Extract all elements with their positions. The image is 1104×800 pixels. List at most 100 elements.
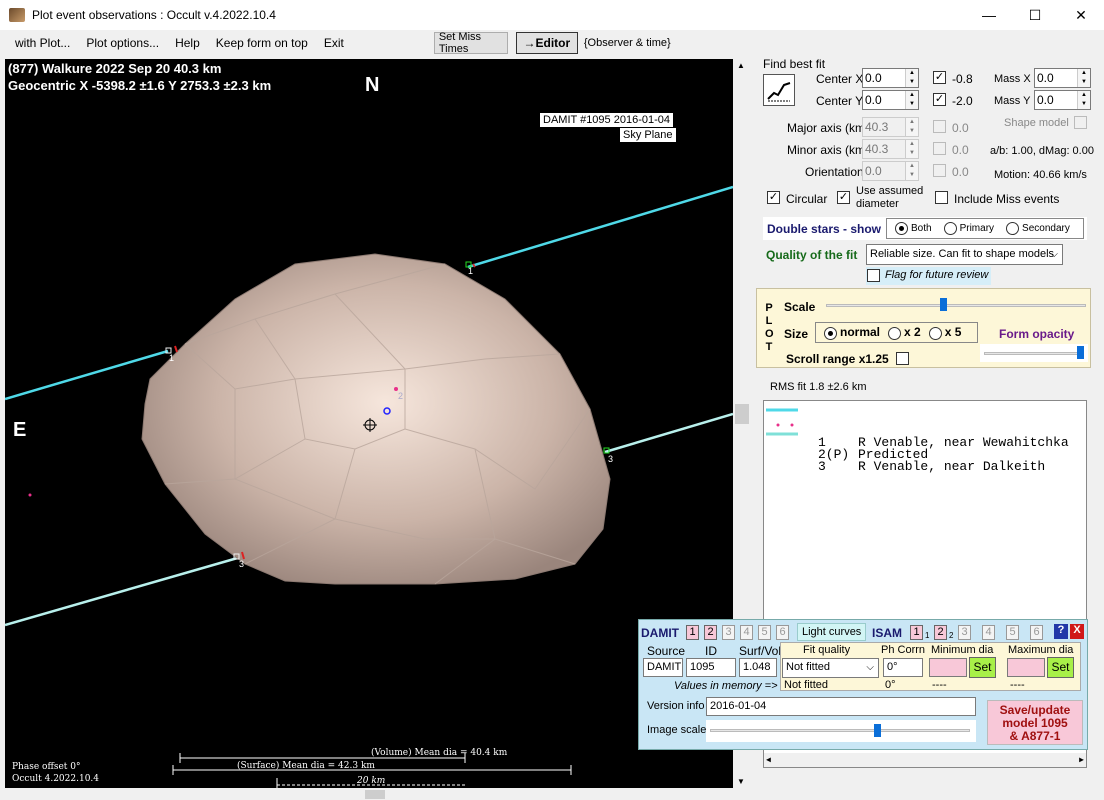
flag-review-checkbox[interactable] [867,269,880,282]
menu-help[interactable]: Help [167,36,208,50]
damit-close-button[interactable]: X [1070,624,1084,639]
form-opacity-label: Form opacity [999,327,1075,341]
damit-model-label: DAMIT #1095 2016-01-04 [540,113,673,127]
isam-model-1[interactable]: 1 [910,625,923,640]
max-dia-set-button[interactable]: Set [1047,657,1074,678]
chord-label-1b: 1 [169,353,175,363]
isam-model-3[interactable]: 3 [958,625,971,640]
mass-x-input[interactable]: 0.0 ▲ ▼ [1034,68,1091,88]
maximize-button[interactable]: ☐ [1012,0,1058,30]
volume-dia-label: (Volume) Mean dia = 40.4 km [371,748,508,758]
image-scale-thumb[interactable] [874,724,882,737]
damit-panel: DAMIT 1 2 3 4 5 6 Light curves ISAM 1 1 … [638,619,1088,750]
plot-canvas[interactable]: (877) Walkure 2022 Sep 20 40.3 km Geocen… [5,59,733,788]
orientation-input[interactable]: 0.0 ▲ ▼ [862,161,919,181]
major-axis-checkbox[interactable] [933,120,946,133]
memory-max-dia: ---- [1010,679,1025,691]
use-assumed-checkbox[interactable]: ✓ [837,191,850,204]
use-assumed-label-2: diameter [856,198,899,210]
menu-keep-on-top[interactable]: Keep form on top [208,36,316,50]
scale-slider-thumb[interactable] [939,298,947,311]
quality-select[interactable]: Reliable size. Can fit to shape models ⌵ [866,244,1063,265]
isam-model-5[interactable]: 5 [1006,625,1019,640]
scale-slider[interactable] [826,298,1088,314]
window-title: Plot event observations : Occult v.4.202… [32,8,276,22]
include-miss-checkbox[interactable] [935,191,948,204]
close-button[interactable]: ✕ [1058,0,1104,30]
size-label: Size [784,327,809,341]
plot-header-line1: (877) Walkure 2022 Sep 20 40.3 km [8,61,222,76]
size-group: normal x 2 x 5 [815,322,978,343]
opacity-slider-thumb[interactable] [1077,346,1085,359]
surfvol-field[interactable]: 1.048 [739,658,777,677]
isam-title: ISAM [872,626,902,640]
damit-model-3[interactable]: 3 [722,625,735,640]
orientation-checkbox[interactable] [933,164,946,177]
find-best-fit-label: Find best fit [763,57,826,71]
major-axis-label: Major axis (km) [787,121,870,135]
damit-model-6[interactable]: 6 [776,625,789,640]
plot-header-line2: Geocentric X -5398.2 ±1.6 Y 2753.3 ±2.3 … [8,78,272,93]
double-stars-secondary[interactable]: Secondary [1006,222,1070,235]
menu-exit[interactable]: Exit [316,36,352,50]
set-miss-times-button[interactable]: Set Miss Times [433,31,508,55]
ab-dmag-readout: a/b: 1.00, dMag: 0.00 [990,145,1094,157]
scroll-range-checkbox[interactable] [896,352,909,365]
app-icon [9,8,25,22]
size-normal[interactable]: normal [824,325,880,340]
damit-help-button[interactable]: ? [1054,624,1068,639]
double-stars-both[interactable]: Both [895,222,932,235]
shape-plot [5,185,733,788]
major-axis-fit-value: 0.0 [952,121,969,135]
title-bar: Plot event observations : Occult v.4.202… [0,0,1104,30]
shape-model-label: Shape model [1004,117,1069,129]
opacity-slider[interactable] [980,344,1088,362]
memory-ph-corrn: 0° [885,679,896,691]
menu-plot-options[interactable]: Plot options... [78,36,167,50]
shape-model-checkbox[interactable] [1074,116,1087,129]
center-y-input[interactable]: 0.0 ▲ ▼ [862,90,919,110]
size-x5[interactable]: x 5 [928,325,961,340]
chord-line-3-left [5,555,242,627]
minor-axis-input[interactable]: 40.3 ▲ ▼ [862,139,919,159]
id-field[interactable]: 1095 [686,658,736,677]
damit-model-5[interactable]: 5 [758,625,771,640]
min-dia-set-button[interactable]: Set [969,657,996,678]
best-fit-button[interactable] [763,74,795,106]
center-y-checkbox[interactable]: ✓ [933,93,946,106]
source-field[interactable]: DAMIT [643,658,683,677]
fit-quality-select[interactable]: Not fitted ⌵ [782,658,879,678]
damit-model-4[interactable]: 4 [740,625,753,640]
circular-checkbox[interactable]: ✓ [767,191,780,204]
light-curves-button[interactable]: Light curves [797,623,867,641]
mass-y-input[interactable]: 0.0 ▲ ▼ [1034,90,1091,110]
legend-hscroll[interactable]: ◀ ▶ [764,753,1086,767]
ph-corrn-header: Ph Corrn [881,644,926,656]
isam-model-6[interactable]: 6 [1030,625,1043,640]
size-x2[interactable]: x 2 [888,325,921,340]
minimize-button[interactable]: — [966,0,1012,30]
plot-horizontal-scrollbar[interactable] [5,788,734,800]
isam-model-4[interactable]: 4 [982,625,995,640]
plot-vertical-label: PLOT [765,302,774,353]
chord-label-3a: 3 [608,454,614,464]
minor-axis-checkbox[interactable] [933,142,946,155]
version-info-field[interactable]: 2016-01-04 [706,697,976,716]
image-scale-slider[interactable] [706,720,976,742]
editor-button[interactable]: →Editor [515,32,578,54]
max-dia-field[interactable] [1007,658,1045,677]
isam-model-2[interactable]: 2 [934,625,947,640]
memory-min-dia: ---- [932,679,947,691]
ph-corrn-field[interactable]: 0° [883,658,923,677]
center-x-input[interactable]: 0.0 ▲ ▼ [862,68,919,88]
save-update-model-button[interactable]: Save/update model 1095 & A877-1 [987,700,1083,745]
menu-with-plot[interactable]: with Plot... [7,36,78,50]
asteroid-shape [141,253,611,585]
major-axis-input[interactable]: 40.3 ▲ ▼ [862,117,919,137]
damit-model-1[interactable]: 1 [686,625,699,640]
observer-time-link[interactable]: {Observer & time} [578,37,679,49]
damit-model-2[interactable]: 2 [704,625,717,640]
double-stars-primary[interactable]: Primary [943,222,994,235]
min-dia-field[interactable] [929,658,967,677]
center-x-checkbox[interactable]: ✓ [933,71,946,84]
